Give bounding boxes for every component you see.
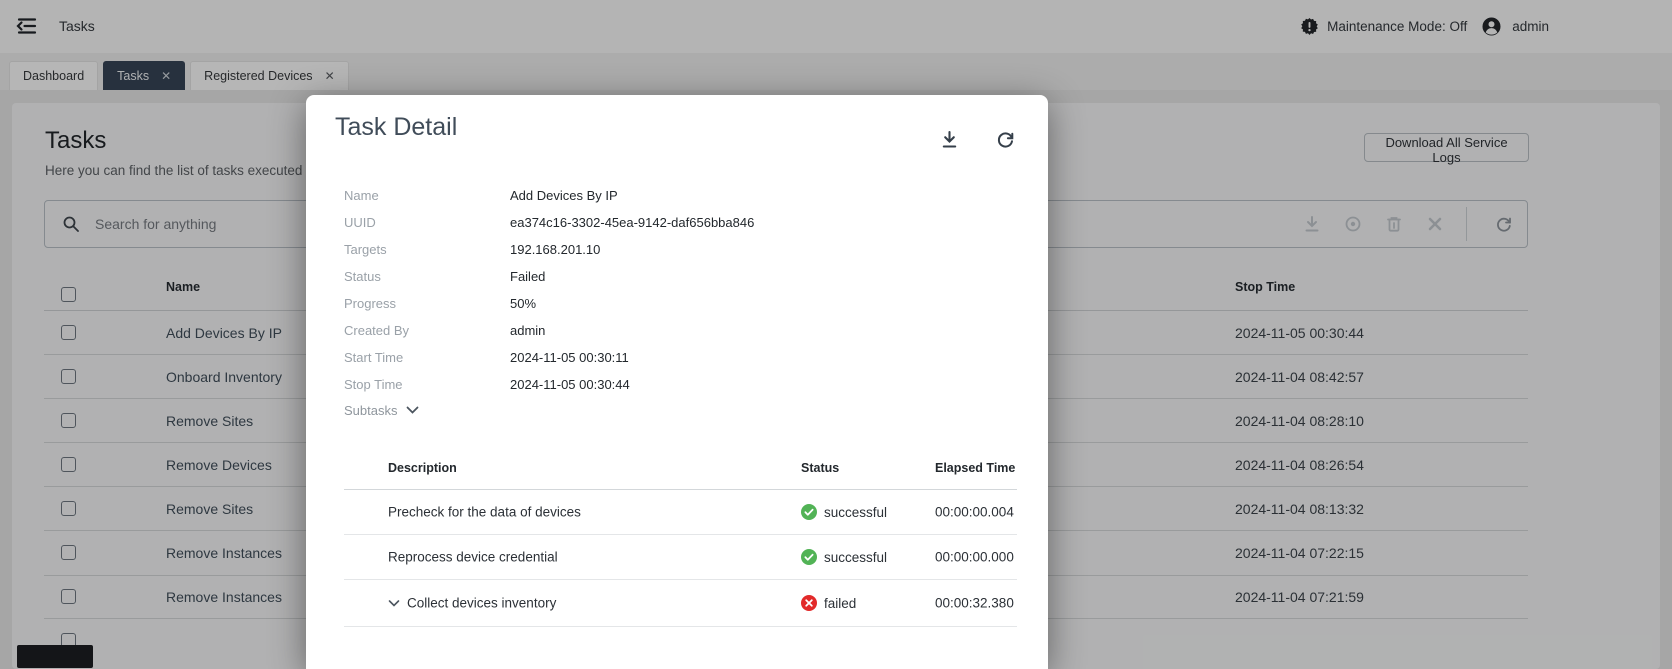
subtask-status: successful [801,549,887,565]
subtask-description: Collect devices inventory [388,596,556,611]
subtask-status-text: successful [824,549,888,565]
field-row: Status Failed [344,263,1004,290]
subtask-description: Reprocess device credential [388,549,558,565]
field-label: Status [344,269,381,284]
subtask-description: Precheck for the data of devices [388,504,581,520]
field-row: Start Time 2024-11-05 00:30:11 [344,344,1004,371]
subtask-row-expandable[interactable]: Collect devices inventory failed 00:00:3… [344,580,1017,627]
task-detail-modal: Task Detail Name Add Devices By IP UUID … [306,95,1048,669]
subtask-row: Reprocess device credential successful 0… [344,535,1017,580]
field-label: Stop Time [344,377,403,392]
field-value: Failed [510,269,546,284]
modal-fields: Name Add Devices By IP UUID ea374c16-330… [344,182,1004,398]
refresh-icon[interactable] [996,130,1015,149]
subtask-table: Description Status Elapsed Time Precheck… [344,447,1017,627]
subtask-elapsed: 00:00:00.000 [935,549,1014,565]
subtask-elapsed: 00:00:32.380 [935,595,1014,611]
subtask-status-text: successful [824,504,888,520]
subtask-row: Precheck for the data of devices success… [344,490,1017,535]
field-value: admin [510,323,546,338]
subtask-status: failed [801,595,856,611]
success-icon [801,549,817,565]
download-icon[interactable] [940,130,959,149]
field-row: Stop Time 2024-11-05 00:30:44 [344,371,1004,398]
chevron-down-icon[interactable] [388,599,400,607]
subtask-col-elapsed: Elapsed Time [935,461,1016,475]
subtask-col-status: Status [801,461,840,475]
field-value: ea374c16-3302-45ea-9142-daf656bba846 [510,215,755,230]
screen: Tasks Maintenance Mode: Off admin Dashbo… [0,0,1672,669]
subtasks-label: Subtasks [344,403,398,418]
field-label: Targets [344,242,387,257]
subtask-elapsed: 00:00:00.004 [935,504,1014,520]
subtask-table-header: Description Status Elapsed Time [344,447,1017,490]
field-label: Start Time [344,350,404,365]
field-label: Progress [344,296,397,311]
subtasks-toggle[interactable]: Subtasks [344,403,419,418]
field-row: Created By admin [344,317,1004,344]
field-row: UUID ea374c16-3302-45ea-9142-daf656bba84… [344,209,1004,236]
field-row: Targets 192.168.201.10 [344,236,1004,263]
field-label: Name [344,188,379,203]
failed-icon [801,595,817,611]
field-value: 192.168.201.10 [510,242,601,257]
field-row: Name Add Devices By IP [344,182,1004,209]
subtask-status: successful [801,504,887,520]
bottom-left-dark-fragment [17,645,93,668]
subtask-status-text: failed [824,595,857,611]
field-value: 50% [510,296,537,311]
subtask-col-description: Description [388,461,457,475]
chevron-down-icon [407,406,419,414]
modal-title: Task Detail [335,113,458,141]
field-row: Progress 50% [344,290,1004,317]
success-icon [801,504,817,520]
field-value: 2024-11-05 00:30:11 [510,350,629,365]
subtask-description-text: Collect devices inventory [407,595,557,611]
field-label: UUID [344,215,376,230]
field-label: Created By [344,323,410,338]
field-value: 2024-11-05 00:30:44 [510,377,630,392]
field-value: Add Devices By IP [510,188,618,203]
